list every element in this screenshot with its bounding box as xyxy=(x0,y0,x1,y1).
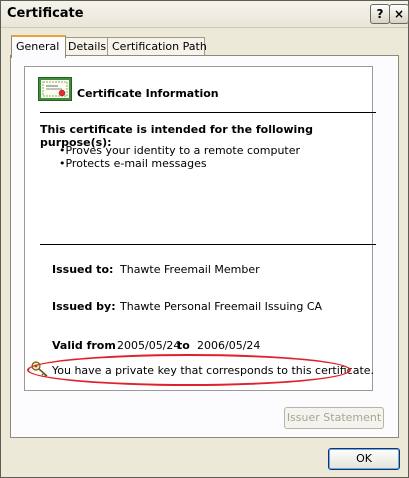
valid-to-label: to xyxy=(177,339,190,352)
certificate-icon xyxy=(38,77,72,101)
close-button[interactable]: × xyxy=(389,4,409,24)
issuer-statement-button[interactable]: Issuer Statement xyxy=(284,407,384,429)
window-title: Certificate xyxy=(7,6,84,21)
private-key-note: You have a private key that corresponds … xyxy=(52,364,375,377)
issued-by-value: Thawte Personal Freemail Issuing CA xyxy=(120,300,323,313)
key-icon xyxy=(31,361,48,377)
general-tab-panel: Certificate Information This certificate… xyxy=(10,55,399,438)
certificate-info-heading: Certificate Information xyxy=(77,87,219,100)
divider xyxy=(40,244,376,245)
issued-to-value: Thawte Freemail Member xyxy=(120,263,260,276)
valid-from-label: Valid from xyxy=(52,339,116,352)
certificate-dialog: Certificate ? × General Details Certific… xyxy=(0,0,409,478)
valid-from-value: 2005/05/24 xyxy=(117,339,181,352)
purpose-item: •Protects e-mail messages xyxy=(59,157,207,170)
title-bar: Certificate ? × xyxy=(1,1,409,28)
purpose-item: •Proves your identity to a remote comput… xyxy=(59,144,301,157)
ok-button[interactable]: OK xyxy=(328,448,400,470)
issued-by-label: Issued by: xyxy=(52,300,116,313)
valid-to-value: 2006/05/24 xyxy=(197,339,261,352)
help-button[interactable]: ? xyxy=(370,4,390,24)
tab-details[interactable]: Details xyxy=(63,37,110,56)
tab-certification-path[interactable]: Certification Path xyxy=(107,37,207,56)
divider xyxy=(40,112,376,113)
certificate-info-box: Certificate Information This certificate… xyxy=(24,66,376,391)
issued-to-label: Issued to: xyxy=(52,263,114,276)
tab-general[interactable]: General xyxy=(11,35,66,58)
